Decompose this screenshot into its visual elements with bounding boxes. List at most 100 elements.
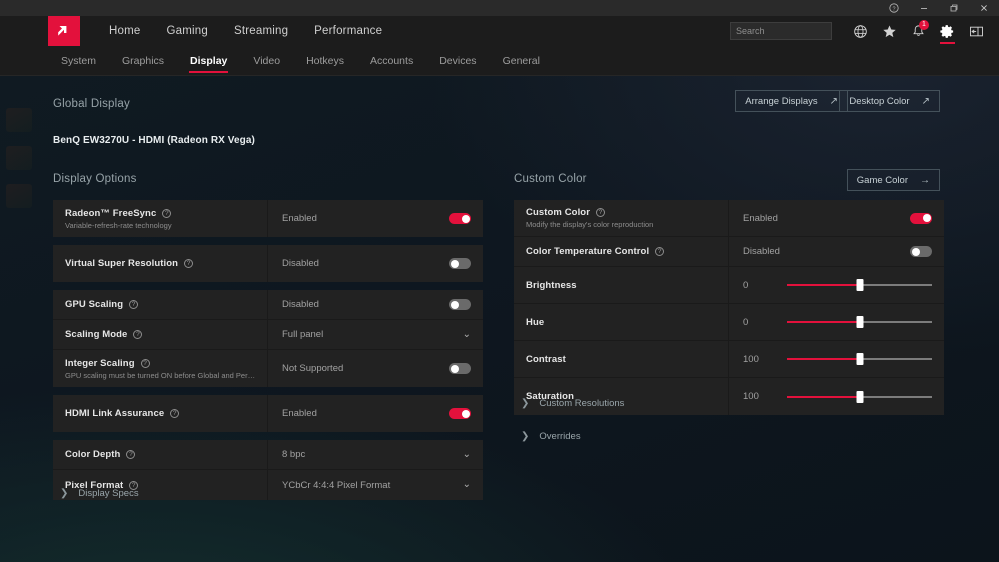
row-label: Color Temperature Control ? (526, 246, 728, 257)
slider-knob[interactable] (856, 390, 863, 403)
row-label: Scaling Mode ? (65, 329, 267, 340)
minimize-button[interactable] (909, 0, 939, 16)
tab-graphics[interactable]: Graphics (109, 46, 177, 76)
expander-overrides[interactable]: ❯ Overrides (521, 431, 581, 442)
tab-system[interactable]: System (48, 46, 109, 76)
row-custom-color[interactable]: Custom Color ? Modify the display's colo… (514, 200, 944, 237)
color-temp-label: Color Temperature Control (526, 246, 650, 257)
row-integer-scaling[interactable]: Integer Scaling ? GPU scaling must be tu… (53, 350, 483, 387)
help-icon[interactable]: ? (140, 358, 150, 368)
nav-streaming[interactable]: Streaming (221, 25, 301, 37)
search-input[interactable] (736, 26, 853, 36)
desktop-color-button[interactable]: Desktop Color ↗ (839, 90, 940, 112)
monitor-name-label: BenQ EW3270U - HDMI (Radeon RX Vega) (53, 135, 255, 146)
integer-scaling-toggle[interactable] (449, 363, 471, 374)
custom-color-toggle[interactable] (910, 212, 932, 224)
help-icon[interactable]: ? (162, 208, 172, 218)
star-icon[interactable] (875, 16, 904, 46)
close-button[interactable] (969, 0, 999, 16)
row-left: Scaling Mode ? (53, 320, 268, 349)
row-scaling-mode[interactable]: Scaling Mode ? Full panel ⌄ (53, 320, 483, 350)
global-display-heading: Global Display (53, 98, 130, 110)
color-depth-value: 8 bpc (282, 449, 306, 460)
tab-general[interactable]: General (490, 46, 553, 76)
row-left: Hue (514, 304, 729, 340)
help-icon[interactable]: ? (170, 409, 180, 418)
window-title-bar: ? (0, 0, 999, 16)
slider-knob[interactable] (856, 353, 863, 365)
settings-gear-icon[interactable] (933, 16, 962, 46)
row-right: 100 (729, 341, 944, 377)
help-icon[interactable]: ? (655, 247, 665, 256)
tab-accounts[interactable]: Accounts (357, 46, 426, 76)
chevron-down-icon[interactable]: ⌄ (463, 480, 471, 490)
row-contrast[interactable]: Contrast 100 (514, 341, 944, 378)
nav-gaming[interactable]: Gaming (153, 25, 220, 37)
nav-home[interactable]: Home (96, 25, 153, 37)
row-saturation[interactable]: Saturation 100 (514, 378, 944, 415)
nav-toolbar: 1 (730, 16, 999, 46)
expander-custom-resolutions[interactable]: ❯ Custom Resolutions (521, 398, 624, 409)
row-gpu-scaling[interactable]: GPU Scaling ? Disabled (53, 290, 483, 320)
search-box[interactable] (730, 22, 853, 40)
help-icon[interactable]: ? (133, 330, 143, 339)
custom-color-label: Custom Color (526, 207, 591, 218)
display-settings-content: Global Display BenQ EW3270U - HDMI (Rade… (0, 76, 999, 562)
row-left: Color Temperature Control ? (514, 237, 729, 266)
slider-knob[interactable] (856, 316, 863, 328)
side-panel-icon[interactable] (962, 16, 991, 46)
help-icon[interactable]: ? (184, 259, 194, 268)
tab-hotkeys[interactable]: Hotkeys (293, 46, 357, 76)
arrange-displays-button[interactable]: Arrange Displays ↗ (735, 90, 848, 112)
amd-radeon-logo-icon[interactable] (48, 16, 80, 46)
row-virtual-super-resolution[interactable]: Virtual Super Resolution ? Disabled (53, 245, 483, 282)
slider-fill (787, 284, 860, 286)
row-label: HDMI Link Assurance ? (65, 408, 267, 419)
game-color-button[interactable]: Game Color → (846, 169, 940, 191)
row-radeon-freesync[interactable]: Radeon™ FreeSync ? Variable-refresh-rate… (53, 200, 483, 237)
row-brightness[interactable]: Brightness 0 (514, 267, 944, 304)
row-hdmi-link-assurance[interactable]: HDMI Link Assurance ? Enabled (53, 395, 483, 432)
vsr-toggle[interactable] (449, 258, 471, 269)
gpu-scaling-value: Disabled (282, 299, 319, 310)
brightness-slider[interactable] (787, 279, 932, 291)
freesync-toggle[interactable] (449, 213, 471, 224)
help-icon[interactable]: ? (129, 300, 139, 309)
gpu-scaling-toggle[interactable] (449, 299, 471, 310)
row-color-temperature-control[interactable]: Color Temperature Control ? Disabled (514, 237, 944, 267)
row-label: Integer Scaling ? (65, 358, 267, 369)
color-temp-toggle[interactable] (910, 246, 932, 257)
expander-display-specs[interactable]: ❯ Display Specs (60, 488, 139, 499)
help-icon[interactable]: ? (126, 450, 136, 459)
saturation-slider[interactable] (787, 390, 932, 403)
row-hue[interactable]: Hue 0 (514, 304, 944, 341)
restore-button[interactable] (939, 0, 969, 16)
help-icon[interactable]: ? (879, 0, 909, 16)
slider-knob[interactable] (856, 279, 863, 291)
chevron-right-icon: ❯ (521, 398, 530, 409)
tab-devices[interactable]: Devices (426, 46, 489, 76)
row-color-depth[interactable]: Color Depth ? 8 bpc ⌄ (53, 440, 483, 470)
notifications-bell-icon[interactable]: 1 (904, 16, 933, 46)
custom-resolutions-label: Custom Resolutions (539, 398, 625, 409)
hdmi-link-toggle[interactable] (449, 408, 471, 419)
row-right: Not Supported (268, 350, 483, 387)
row-left: Radeon™ FreeSync ? Variable-refresh-rate… (53, 200, 268, 237)
contrast-slider[interactable] (787, 353, 932, 365)
globe-icon[interactable] (846, 16, 875, 46)
row-left: Virtual Super Resolution ? (53, 245, 268, 282)
chevron-down-icon[interactable]: ⌄ (463, 449, 471, 460)
row-right: Disabled (729, 237, 944, 266)
nav-performance[interactable]: Performance (301, 25, 395, 37)
hdmi-link-value: Enabled (282, 408, 317, 419)
settings-group: Virtual Super Resolution ? Disabled (53, 245, 483, 282)
tab-display[interactable]: Display (177, 46, 240, 76)
chevron-down-icon[interactable]: ⌄ (463, 329, 471, 340)
hue-slider[interactable] (787, 316, 932, 328)
custom-color-panel: Custom Color ? Modify the display's colo… (514, 200, 944, 423)
help-icon[interactable]: ? (596, 208, 606, 217)
main-navigation-bar: Home Gaming Streaming Performance 1 (0, 16, 999, 46)
tab-video[interactable]: Video (240, 46, 293, 76)
row-label: Hue (526, 317, 728, 328)
row-left: Brightness (514, 267, 729, 303)
